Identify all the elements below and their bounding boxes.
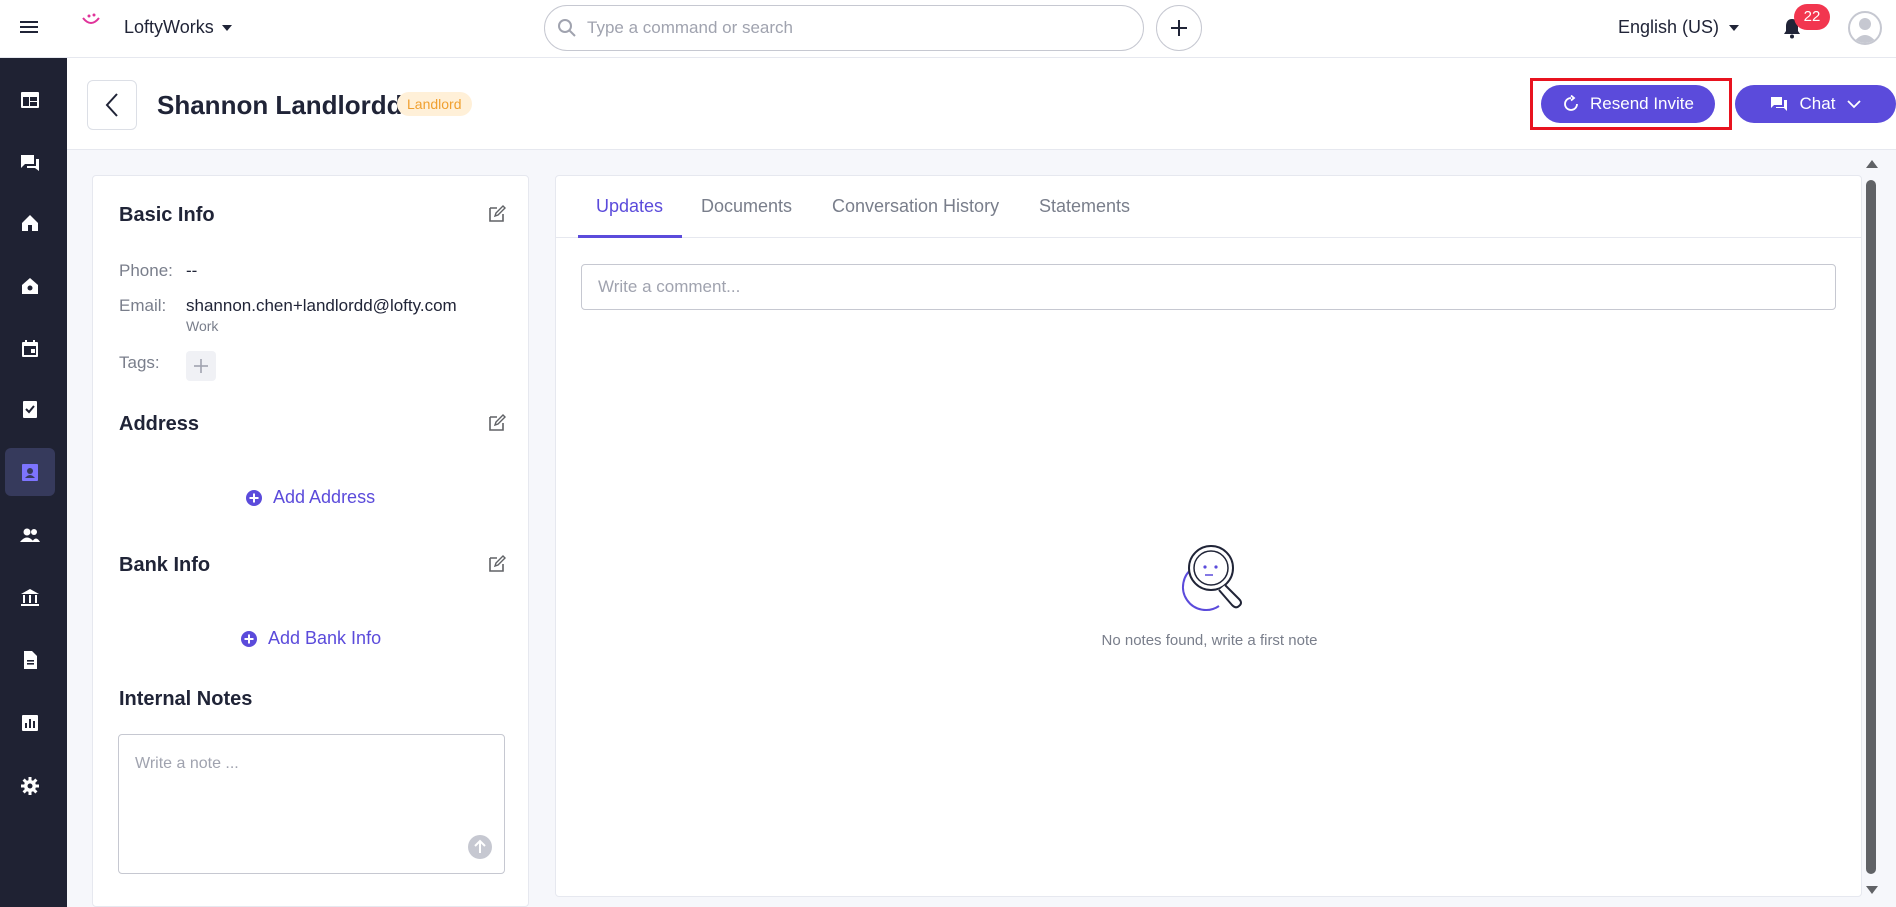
contact-card-icon (22, 464, 38, 481)
plus-icon (1171, 20, 1187, 36)
chat-label: Chat (1799, 94, 1836, 113)
search-input[interactable] (587, 18, 1107, 38)
edit-bank-info-icon[interactable] (487, 554, 507, 574)
dashboard-icon (21, 92, 39, 108)
home-icon (22, 215, 38, 231)
sidebar-item-contacts[interactable] (5, 448, 55, 496)
tags-label: Tags: (119, 353, 160, 372)
sidebar-item-settings[interactable] (5, 762, 55, 810)
tab-statements[interactable]: Statements (1039, 196, 1130, 217)
document-icon (24, 651, 37, 669)
gear-icon (21, 777, 39, 795)
scroll-thumb[interactable] (1866, 180, 1876, 874)
sidebar-item-properties[interactable] (5, 199, 55, 247)
brand-name: LoftyWorks (124, 17, 214, 37)
top-bar: LoftyWorks English (US) 22 (0, 0, 1896, 58)
language-selector[interactable]: English (US) (1618, 17, 1740, 38)
notification-count-badge: 22 (1794, 4, 1830, 30)
people-icon (20, 528, 40, 542)
address-title: Address (119, 413, 200, 435)
activity-panel: Updates Documents Conversation History S… (555, 175, 1862, 897)
chevron-left-icon (105, 93, 118, 117)
sidebar-item-tenancies[interactable] (5, 262, 55, 310)
add-bank-info-label: Add Bank Info (268, 628, 382, 648)
phone-value: -- (186, 261, 198, 280)
email-label: Email: (119, 296, 167, 315)
workspace-selector[interactable]: LoftyWorks (124, 17, 232, 38)
page-header: Shannon Landlordd Landlord Resend Invite… (67, 58, 1896, 150)
refresh-icon (1564, 95, 1578, 111)
caret-down-icon (1729, 24, 1740, 31)
caret-down-icon (221, 24, 232, 31)
menu-icon[interactable] (18, 17, 40, 37)
add-address-link[interactable]: Add Address (245, 487, 375, 508)
lofty-logo-icon (80, 12, 102, 28)
sidebar-item-calendar[interactable] (5, 325, 55, 373)
chat-button[interactable]: Chat (1735, 85, 1896, 123)
sidebar-item-messages[interactable] (5, 139, 55, 187)
sidebar-item-documents[interactable] (5, 636, 55, 684)
sidebar-item-tasks[interactable] (5, 385, 55, 433)
tab-bar: Updates Documents Conversation History S… (556, 176, 1861, 238)
email-value[interactable]: shannon.chen+landlordd@lofty.com (186, 296, 457, 316)
bank-icon (21, 589, 39, 606)
role-badge: Landlord (397, 92, 472, 116)
add-bank-info-link[interactable]: Add Bank Info (240, 628, 381, 649)
chat-bubbles-icon (21, 155, 39, 171)
sidebar (0, 58, 67, 907)
bank-info-title: Bank Info (119, 554, 211, 576)
sidebar-item-dashboard[interactable] (5, 76, 55, 124)
chevron-down-icon (1847, 100, 1862, 109)
search-icon (557, 18, 577, 38)
comment-input[interactable] (582, 265, 1835, 309)
email-type: Work (186, 318, 219, 334)
add-address-label: Add Address (273, 487, 376, 507)
active-tab-indicator (578, 235, 682, 238)
plus-circle-icon (241, 630, 257, 647)
command-search[interactable] (544, 5, 1144, 51)
tab-updates[interactable]: Updates (596, 196, 663, 217)
plus-icon (194, 359, 208, 373)
add-tag-button[interactable] (186, 351, 216, 381)
sidebar-item-people[interactable] (5, 511, 55, 559)
plus-circle-icon (246, 489, 262, 506)
page-title: Shannon Landlordd (157, 90, 403, 120)
edit-address-icon[interactable] (487, 413, 507, 433)
sidebar-item-reports[interactable] (5, 699, 55, 747)
back-button[interactable] (87, 80, 137, 130)
contact-details-panel: Basic Info Phone: -- Email: shannon.chen… (92, 175, 529, 907)
calendar-icon (22, 340, 38, 357)
bar-chart-icon (22, 715, 38, 731)
basic-info-title: Basic Info (119, 204, 215, 226)
resend-invite-button[interactable]: Resend Invite (1541, 85, 1715, 123)
quick-add-button[interactable] (1156, 5, 1202, 51)
empty-notes-icon (1163, 538, 1255, 614)
comment-box (581, 264, 1836, 310)
key-house-icon (22, 278, 38, 294)
clipboard-check-icon (23, 401, 37, 418)
scroll-down-arrow-icon[interactable] (1866, 886, 1878, 894)
send-note-icon[interactable] (468, 835, 492, 859)
tab-documents[interactable]: Documents (701, 196, 792, 217)
internal-notes-title: Internal Notes (119, 688, 253, 710)
sidebar-item-accounting[interactable] (5, 573, 55, 621)
tab-conversation-history[interactable]: Conversation History (832, 196, 999, 217)
resend-invite-label: Resend Invite (1590, 94, 1694, 113)
internal-note-input[interactable] (119, 735, 504, 873)
page-scrollbar[interactable] (1864, 150, 1878, 907)
edit-basic-info-icon[interactable] (487, 204, 507, 224)
phone-label: Phone: (119, 261, 173, 280)
avatar[interactable] (1848, 11, 1882, 45)
internal-note-box (118, 734, 505, 874)
chat-icon (1770, 97, 1787, 111)
language-label: English (US) (1618, 17, 1720, 37)
empty-notes-message: No notes found, write a first note (1101, 632, 1318, 649)
scroll-up-arrow-icon[interactable] (1866, 160, 1878, 168)
